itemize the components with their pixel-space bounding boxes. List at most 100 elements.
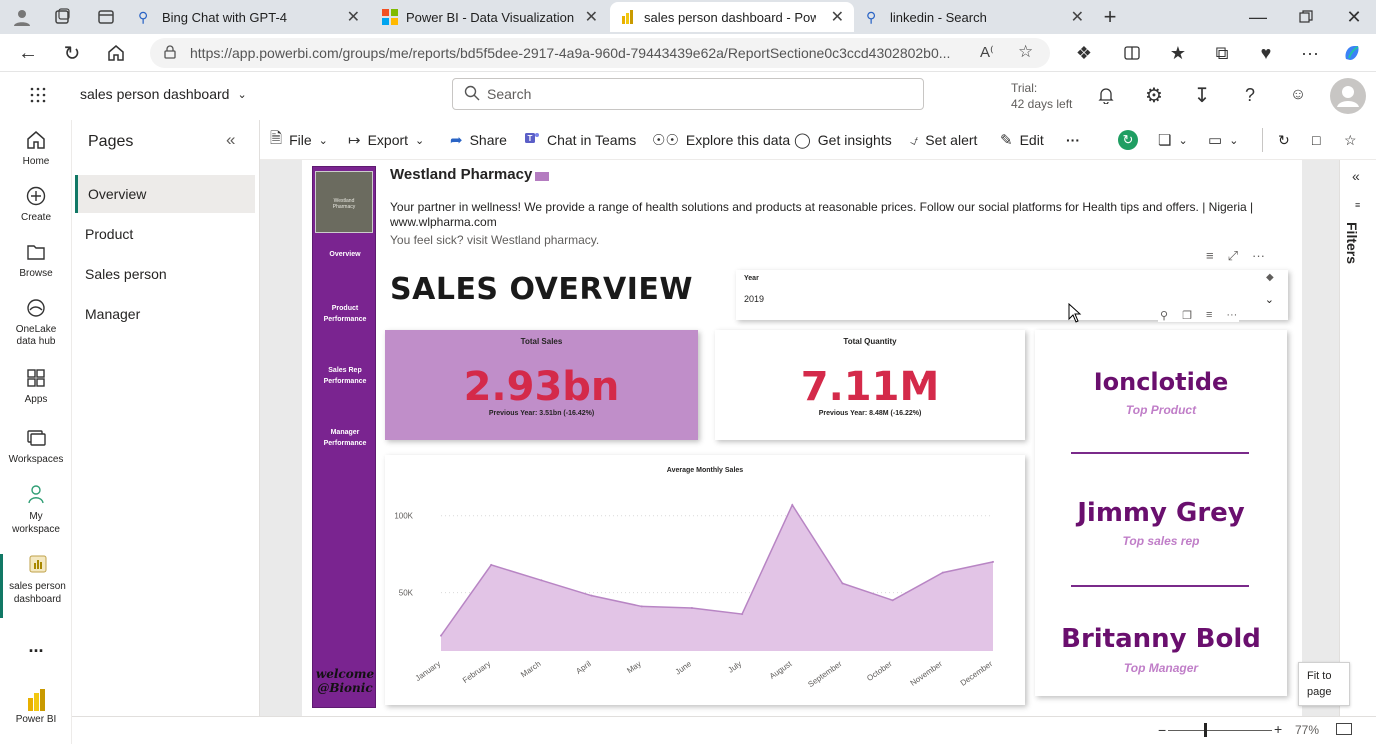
total-sales-card[interactable]: Total Sales 2.93bn ! Previous Year: 3.51…: [385, 330, 698, 440]
reload-icon[interactable]: ↻: [1278, 120, 1290, 160]
top-manager-name: Britanny Bold: [1061, 624, 1261, 654]
bookmark-button[interactable]: ❏ ⌄: [1158, 120, 1188, 160]
microsoft-logo-icon: [382, 9, 398, 25]
share-button[interactable]: ➦ Share: [450, 120, 507, 160]
filter-icon[interactable]: ≡: [1206, 248, 1214, 264]
tab-linkedin-search[interactable]: ⚲ linkedin - Search ✕: [856, 2, 1094, 32]
nav-product-performance[interactable]: Product Performance: [313, 303, 377, 325]
chat-in-teams-button[interactable]: T Chat in Teams: [524, 120, 636, 160]
workspaces-tabs-icon[interactable]: [48, 3, 76, 31]
nav-overview[interactable]: Overview: [313, 249, 377, 260]
pages-title: Pages: [88, 133, 134, 150]
collections-icon[interactable]: ⧉: [1208, 39, 1236, 67]
rail-home[interactable]: Home: [0, 130, 72, 167]
url-field[interactable]: https://app.powerbi.com/groups/me/report…: [150, 38, 1050, 68]
close-tab-icon[interactable]: ✕: [585, 7, 598, 27]
focus-mode-icon[interactable]: ⤢: [1228, 248, 1238, 264]
edit-button[interactable]: ✎ Edit: [1000, 120, 1044, 160]
settings-gear-icon[interactable]: ⚙: [1140, 81, 1168, 109]
avatar[interactable]: [1330, 78, 1366, 114]
more-options-icon[interactable]: ···: [1252, 248, 1265, 264]
tab-label: Power BI - Data Visualization | M: [406, 9, 577, 25]
average-monthly-sales-chart[interactable]: Average Monthly Sales 50K 100K January Febru…: [385, 455, 1025, 705]
minimize-icon[interactable]: —: [1244, 3, 1272, 31]
new-tab-icon[interactable]: +: [1096, 3, 1124, 31]
pencil-icon: ✎: [1000, 132, 1013, 149]
home-browser-icon[interactable]: [102, 39, 130, 67]
settings-more-icon[interactable]: ···: [1296, 39, 1324, 67]
close-tab-icon[interactable]: ✕: [831, 7, 844, 27]
rail-workspaces[interactable]: Workspaces: [0, 428, 72, 465]
search-input[interactable]: Search: [452, 78, 924, 110]
zoom-slider-track[interactable]: [1168, 730, 1272, 731]
rail-apps[interactable]: Apps: [0, 368, 72, 405]
fit-to-page-icon[interactable]: [1336, 723, 1352, 735]
copilot-icon[interactable]: [1338, 39, 1366, 67]
share-icon: ➦: [450, 132, 463, 149]
favorite-star-icon[interactable]: ☆: [1018, 42, 1033, 62]
page-overview[interactable]: Overview: [75, 175, 255, 213]
page-product[interactable]: Product: [75, 215, 255, 253]
extensions-icon[interactable]: ❖: [1070, 39, 1098, 67]
rail-more[interactable]: ...: [0, 636, 72, 657]
page-sales-person[interactable]: Sales person: [75, 255, 255, 293]
copy-icon[interactable]: ❐: [1182, 309, 1192, 322]
nav-sales-rep-performance[interactable]: Sales Rep Performance: [313, 365, 377, 387]
rail-browse[interactable]: Browse: [0, 242, 72, 279]
view-button[interactable]: ▭ ⌄: [1208, 120, 1238, 160]
page-manager[interactable]: Manager: [75, 295, 255, 333]
close-tab-icon[interactable]: ✕: [1071, 7, 1084, 27]
more-options-button[interactable]: ···: [1066, 120, 1080, 160]
report-name-dropdown[interactable]: sales person dashboard ⌄: [80, 86, 247, 102]
explore-data-button[interactable]: ☉☉ Explore this data: [652, 120, 790, 160]
trial-status[interactable]: Trial: 42 days left: [1011, 80, 1072, 112]
app-launcher-icon[interactable]: [24, 81, 52, 109]
slicer-dropdown[interactable]: 2019 ⌄: [744, 290, 1274, 308]
split-screen-icon[interactable]: [1118, 39, 1146, 67]
nav-manager-performance[interactable]: Manager Performance: [313, 427, 377, 449]
tab-power-bi-viz[interactable]: Power BI - Data Visualization | M ✕: [372, 2, 608, 32]
tab-bing-chat[interactable]: ⚲ Bing Chat with GPT-4 ✕: [128, 2, 370, 32]
file-menu-button[interactable]: 🗎 File ⌄: [270, 120, 328, 160]
pages-pane: Pages « Overview Product Sales person Ma…: [72, 120, 260, 716]
feedback-icon[interactable]: ☺: [1284, 81, 1312, 109]
favorite-report-icon[interactable]: ☆: [1344, 120, 1357, 160]
expand-filters-icon[interactable]: «: [1352, 168, 1360, 184]
top-performers-card[interactable]: Ionclotide Top Product Jimmy Grey Top sa…: [1035, 330, 1287, 696]
back-icon[interactable]: ←: [14, 39, 42, 67]
set-alert-button[interactable]: ⍻ Set alert: [910, 120, 977, 160]
read-aloud-icon[interactable]: A⁽: [980, 43, 994, 61]
notifications-bell-icon[interactable]: [1092, 81, 1120, 109]
close-window-icon[interactable]: ✕: [1340, 3, 1368, 31]
pin-icon[interactable]: ⚲: [1160, 309, 1168, 322]
restore-icon[interactable]: [1292, 3, 1320, 31]
profile-icon[interactable]: [8, 3, 36, 31]
tab-actions-icon[interactable]: [92, 3, 120, 31]
browser-tab-bar: ⚲ Bing Chat with GPT-4 ✕ Power BI - Data…: [0, 0, 1376, 34]
refresh-visual-icon[interactable]: ↻: [1118, 130, 1138, 150]
comment-icon[interactable]: □: [1312, 120, 1320, 160]
rail-sales-dashboard[interactable]: sales person dashboard: [0, 554, 72, 618]
rail-create[interactable]: Create: [0, 186, 72, 223]
filter-icon[interactable]: ≡: [1206, 309, 1212, 322]
total-quantity-card[interactable]: Total Quantity 7.11M ! Previous Year: 8.…: [715, 330, 1025, 440]
help-icon[interactable]: ?: [1236, 81, 1264, 109]
filters-pane[interactable]: « ≡ Filters: [1339, 160, 1376, 716]
collapse-pages-icon[interactable]: «: [226, 130, 235, 150]
export-menu-button[interactable]: ↦ Export ⌄: [348, 120, 424, 160]
browser-essentials-icon[interactable]: ♥: [1252, 39, 1280, 67]
zoom-slider-thumb[interactable]: [1204, 723, 1207, 737]
tab-sales-dashboard[interactable]: sales person dashboard - Power ✕: [610, 2, 854, 32]
get-insights-button[interactable]: ◯ Get insights: [794, 120, 892, 160]
rail-power-bi-brand[interactable]: Power BI: [0, 688, 72, 725]
refresh-icon[interactable]: ↻: [58, 39, 86, 67]
rail-my-workspace[interactable]: My workspace: [0, 484, 72, 536]
close-tab-icon[interactable]: ✕: [347, 7, 360, 27]
favorites-icon[interactable]: ★: [1164, 39, 1192, 67]
more-options-icon[interactable]: ···: [1226, 309, 1237, 322]
rail-onelake[interactable]: OneLake data hub: [0, 298, 72, 348]
download-icon[interactable]: ↧: [1188, 81, 1216, 109]
zoom-out-button[interactable]: −: [1158, 722, 1166, 738]
zoom-in-button[interactable]: +: [1274, 721, 1282, 737]
eraser-icon[interactable]: ◆: [1266, 272, 1274, 283]
